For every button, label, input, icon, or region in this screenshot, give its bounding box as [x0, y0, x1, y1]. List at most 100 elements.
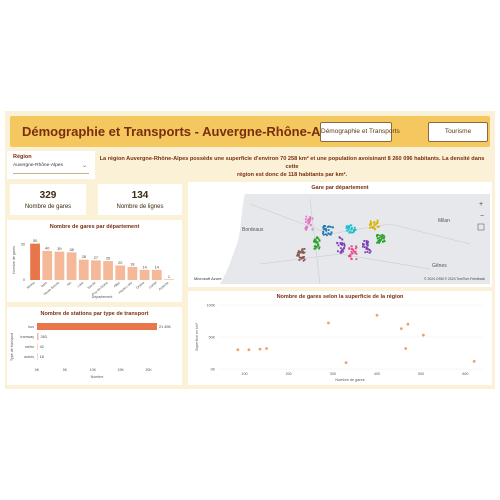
bar-value-label: 38 [69, 248, 73, 252]
scatter-panel: Nombre de gares selon la superficie de l… [188, 291, 492, 385]
station-marker [377, 239, 380, 242]
bar-category-label: Ardèche [158, 281, 170, 292]
scatter-x-tick: 500 [418, 372, 424, 376]
station-marker [343, 244, 346, 247]
scatter-point [258, 347, 262, 351]
bar-y-tick: 0 [23, 278, 25, 282]
hbar [37, 343, 38, 350]
station-marker [365, 246, 368, 249]
scatter-x-tick: 600 [462, 372, 468, 376]
station-marker [331, 226, 334, 229]
station-marker [307, 218, 310, 221]
station-marker [362, 243, 365, 245]
scatter-point [406, 322, 410, 326]
zoom-out-button[interactable]: − [480, 213, 484, 220]
station-marker [338, 236, 341, 239]
station-marker [322, 231, 325, 233]
zoom-in-button[interactable]: + [479, 201, 483, 208]
region-filter-label: Région [13, 154, 32, 160]
scatter-point [404, 347, 408, 350]
station-marker [382, 237, 385, 240]
map-label-milan: Milan [438, 218, 450, 224]
station-marker [348, 247, 351, 250]
scatter-point [327, 321, 330, 325]
hbar-chart: Type de transport bus 21 496 tramway 263 métr… [10, 323, 171, 379]
station-marker [343, 247, 345, 250]
scatter-point [344, 361, 348, 364]
demographie-transports-button[interactable]: Démographie et Transports [320, 122, 400, 142]
hbar-value-label: 42 [40, 345, 44, 349]
scatter-point [399, 327, 403, 331]
bar [91, 260, 101, 280]
station-marker [378, 241, 381, 244]
region-dropdown[interactable]: Auvergne-Rhône-Alpes ⌄ [13, 163, 89, 174]
station-marker [317, 244, 319, 247]
bar [54, 251, 65, 280]
map-logo: Microsoft Azure [194, 276, 222, 281]
bar-category-label: Haute-Loire [118, 281, 134, 295]
station-marker [310, 224, 312, 226]
station-marker [305, 215, 308, 218]
station-marker [376, 225, 379, 228]
station-marker [322, 233, 325, 236]
map-style-button[interactable] [477, 223, 485, 231]
map-attribution: © 2024 OSM © 2024 TomTom Feedback [424, 277, 485, 281]
scatter-chart: 0K 50K 100K 100 200 300 400 500 600 Nombre de gar… [195, 304, 483, 382]
station-marker [337, 244, 340, 247]
station-marker [352, 231, 355, 234]
hbar-x-tick: 5K [63, 368, 68, 372]
station-marker [326, 226, 329, 228]
bar [30, 243, 40, 280]
station-marker [304, 218, 307, 221]
hbar-category-label: métro [25, 345, 34, 349]
station-marker [296, 254, 299, 257]
station-marker [372, 221, 375, 224]
tourisme-button[interactable]: Tourisme [428, 122, 488, 142]
description-line-2: région est donc de 118 habitants par km²… [236, 172, 348, 178]
hbar-x-tick: 10K [90, 368, 97, 372]
scatter-y-tick: 50K [209, 336, 216, 340]
station-marker [351, 245, 353, 248]
bar [103, 261, 113, 280]
map-view[interactable]: Bordeaux Milan Gênes Microsoft Azure © 2… [190, 194, 490, 284]
station-marker [373, 224, 376, 227]
header-bar: Démographie et Transports - Auvergne-Rhô… [10, 116, 490, 147]
station-marker [305, 227, 308, 230]
station-marker [351, 252, 354, 255]
station-marker [329, 225, 332, 228]
station-marker [324, 228, 327, 230]
bar [164, 279, 174, 280]
station-marker [302, 257, 305, 259]
hbar-category-label: bus [28, 325, 34, 329]
map-label-genes: Gênes [432, 263, 447, 269]
station-marker [301, 248, 304, 250]
bar-y-axis-label: Nombre de gares [12, 246, 16, 274]
station-marker [336, 250, 339, 253]
hbar-category-label: autres [24, 355, 34, 359]
station-marker [298, 259, 301, 261]
bar-category-label: Isère [40, 281, 48, 289]
bar-category-label: Cantal [148, 281, 158, 290]
station-marker [350, 258, 353, 261]
scatter-x-tick: 300 [330, 372, 336, 376]
station-marker [345, 226, 348, 229]
station-marker [376, 234, 378, 236]
station-marker [322, 225, 325, 228]
bar-category-label: Drôme [135, 281, 145, 290]
description-line-1: La région Auvergne-Rhône-Alpes possède u… [99, 156, 485, 170]
scatter-x-tick: 100 [242, 372, 248, 376]
station-marker [327, 229, 330, 231]
bar-value-label: 27 [94, 256, 98, 260]
station-marker [352, 248, 355, 251]
chevron-down-icon: ⌄ [81, 163, 87, 169]
station-marker [353, 228, 355, 231]
station-marker [315, 246, 318, 249]
station-marker [376, 237, 379, 240]
svg-text:+: + [479, 201, 483, 208]
station-marker [311, 228, 314, 231]
scatter-y-tick: 100K [207, 304, 216, 308]
hbar-x-axis-label: Nombre [91, 375, 104, 379]
station-marker [378, 237, 381, 239]
scatter-x-tick: 200 [286, 372, 292, 376]
bar [151, 269, 162, 280]
